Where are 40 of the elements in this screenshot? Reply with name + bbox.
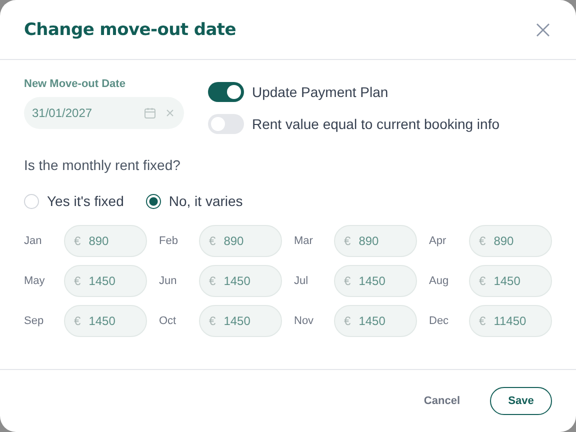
radio-label: Yes it's fixed: [47, 193, 124, 209]
toggle-switch[interactable]: [208, 82, 244, 102]
month-label: Apr: [429, 235, 448, 247]
amount-field[interactable]: € 1450: [334, 265, 417, 297]
amount-field[interactable]: € 1450: [199, 305, 282, 337]
dialog-title: Change move-out date: [24, 20, 236, 40]
date-field[interactable]: 31/01/2027: [24, 97, 184, 129]
month-label: Aug: [429, 275, 450, 287]
radio-button[interactable]: [146, 194, 161, 208]
amount-field[interactable]: € 1450: [199, 265, 282, 297]
month-label: Sep: [24, 315, 45, 327]
amount-field[interactable]: € 11450: [469, 305, 552, 337]
amount-field[interactable]: € 890: [199, 225, 282, 257]
month-label: Jan: [24, 235, 43, 247]
month-label: Feb: [159, 235, 179, 247]
month-label: Jul: [294, 275, 310, 287]
toggle-label: Update Payment Plan: [252, 84, 388, 100]
amount-field[interactable]: € 1450: [334, 305, 417, 337]
month-label: Mar: [294, 235, 314, 247]
radio-label: No, it varies: [168, 193, 243, 209]
close-button[interactable]: [536, 22, 550, 36]
toggle-switch[interactable]: [208, 114, 244, 134]
cancel-button[interactable]: Cancel: [418, 394, 466, 408]
toggle-label: Rent value equal to current booking info: [252, 116, 500, 132]
amount-field[interactable]: € 890: [469, 225, 552, 257]
month-label: May: [24, 275, 46, 287]
month-label: Jun: [159, 275, 178, 287]
question-text: Is the monthly rent fixed?: [24, 157, 182, 173]
amount-field[interactable]: € 1450: [469, 265, 552, 297]
month-label: Oct: [159, 315, 178, 327]
calendar-icon[interactable]: [144, 107, 156, 119]
month-label: Dec: [429, 315, 450, 327]
save-button[interactable]: Save: [490, 387, 552, 415]
month-label: Nov: [294, 315, 315, 327]
clear-icon[interactable]: [166, 109, 174, 117]
amount-field[interactable]: € 890: [64, 225, 147, 257]
amount-field[interactable]: € 1450: [64, 265, 147, 297]
field-label: New Move-out Date: [24, 78, 126, 91]
amount-field[interactable]: € 1450: [64, 305, 147, 337]
amount-field[interactable]: € 890: [334, 225, 417, 257]
